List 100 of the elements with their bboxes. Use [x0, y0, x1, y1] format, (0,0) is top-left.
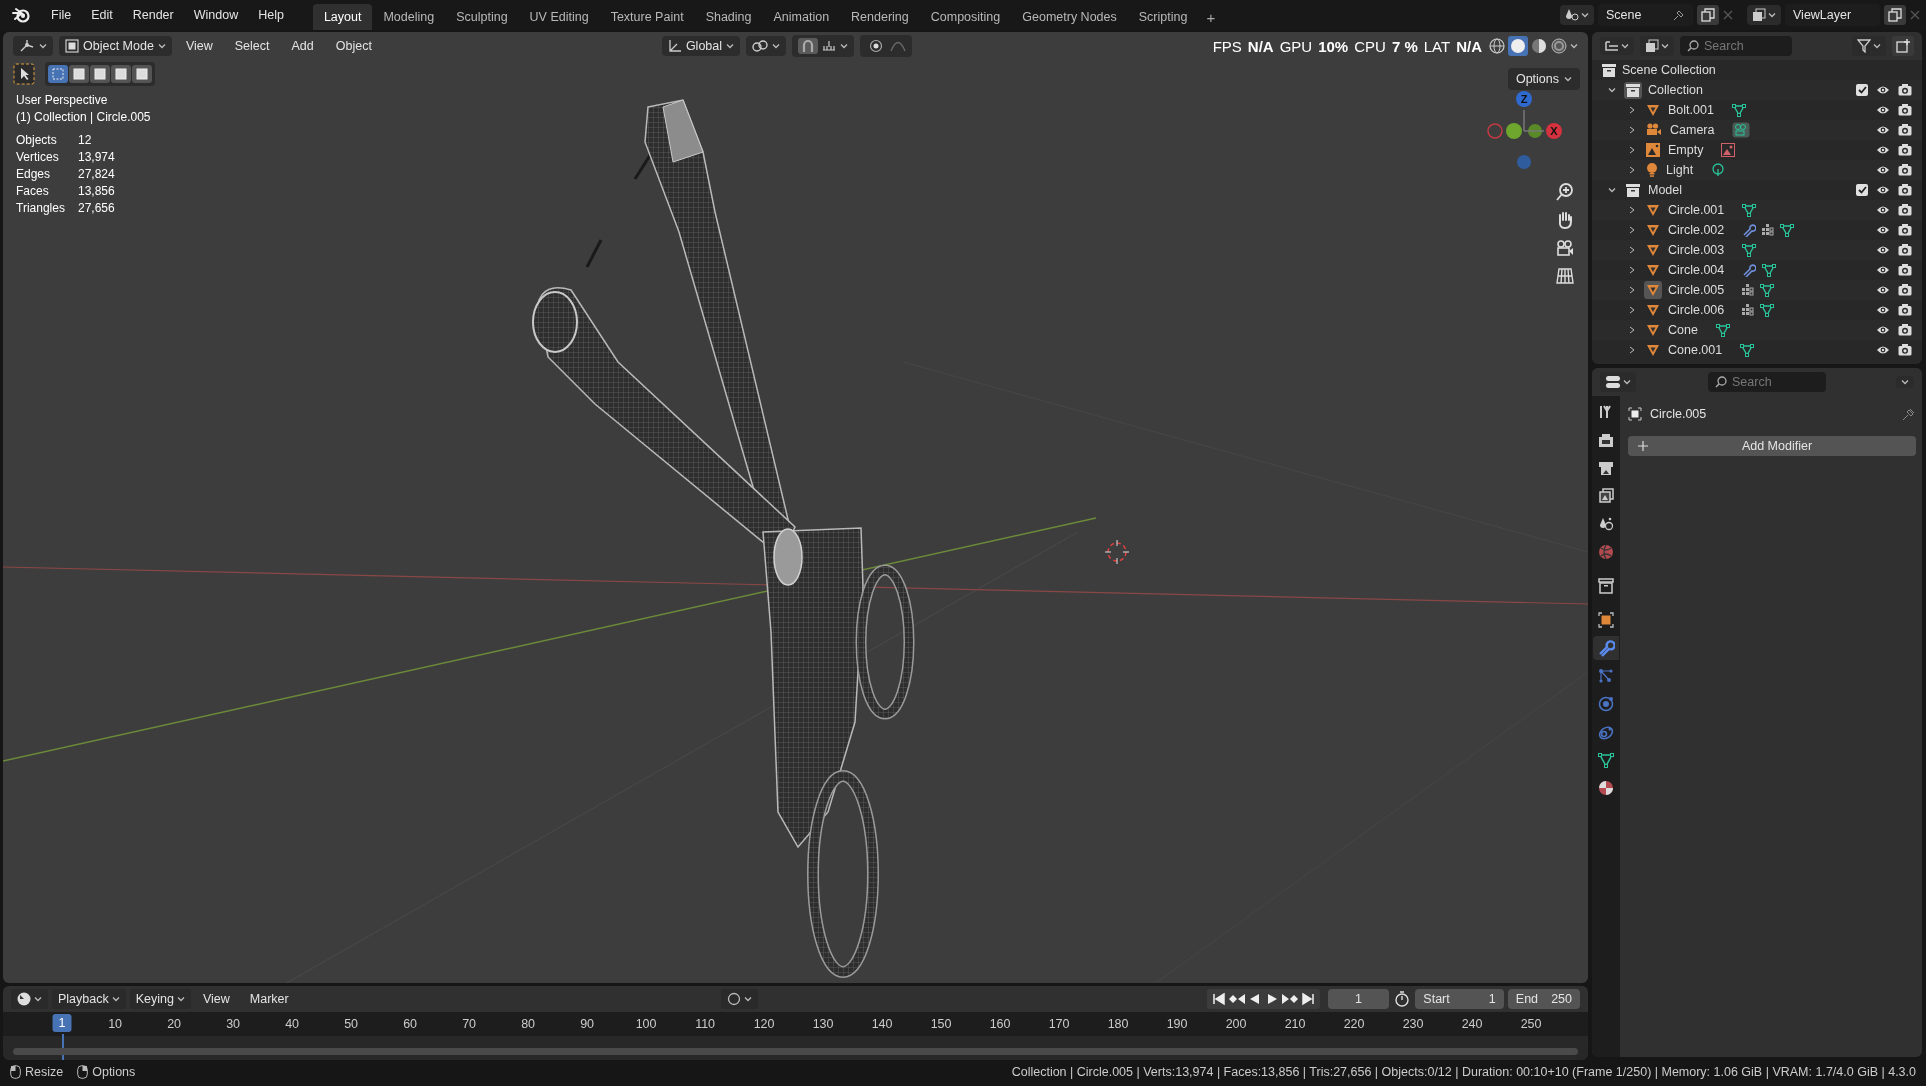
- camera-icon[interactable]: [1898, 344, 1912, 356]
- menu-item[interactable]: Help: [249, 4, 293, 26]
- start-frame-field[interactable]: Start 1: [1415, 989, 1504, 1010]
- editor-type-button[interactable]: [13, 36, 53, 56]
- tree-item[interactable]: Circle.001: [1668, 203, 1725, 217]
- eye-icon[interactable]: [1876, 85, 1890, 95]
- camera-icon[interactable]: [1898, 104, 1912, 116]
- scene-selector[interactable]: [1560, 5, 1594, 25]
- eye-icon[interactable]: [1876, 345, 1890, 355]
- checkbox[interactable]: [1856, 84, 1868, 96]
- mode-dropdown[interactable]: Object Mode: [59, 36, 172, 56]
- menu-item[interactable]: Marker: [241, 989, 297, 1010]
- eye-icon[interactable]: [1876, 185, 1890, 195]
- orientation-dropdown[interactable]: Global: [661, 36, 741, 56]
- selection-mode-button[interactable]: [48, 65, 68, 83]
- camera-icon[interactable]: [1898, 84, 1912, 96]
- workspace-tab[interactable]: UV Editing: [518, 4, 600, 30]
- workspace-tab[interactable]: Animation: [762, 4, 841, 30]
- eye-icon[interactable]: [1876, 325, 1890, 335]
- workspace-tab[interactable]: Scripting: [1127, 4, 1199, 30]
- new-view-layer-button[interactable]: [1884, 5, 1906, 25]
- eye-icon[interactable]: [1876, 285, 1890, 295]
- chevron-down-icon[interactable]: [1606, 87, 1618, 93]
- eye-icon[interactable]: [1876, 105, 1890, 115]
- jump-start-icon[interactable]: [1210, 992, 1227, 1007]
- axis-handle[interactable]: [1487, 123, 1503, 139]
- tree-item[interactable]: Empty: [1668, 143, 1704, 157]
- auto-keying-toggle[interactable]: [720, 989, 758, 1010]
- tree-item[interactable]: Cone.001: [1668, 343, 1723, 357]
- close-icon[interactable]: [1723, 10, 1733, 20]
- previous-keyframe-icon[interactable]: [1227, 992, 1246, 1007]
- add-workspace-button[interactable]: +: [1198, 5, 1224, 30]
- camera-icon[interactable]: [1898, 224, 1912, 236]
- menu-item[interactable]: Object: [327, 36, 380, 56]
- workspace-tab[interactable]: Sculpting: [445, 4, 519, 30]
- menu-item[interactable]: View: [194, 989, 238, 1010]
- material-sphere-icon[interactable]: [1530, 37, 1548, 55]
- menu-item[interactable]: Edit: [82, 4, 122, 26]
- selection-mode-button[interactable]: [111, 65, 131, 83]
- axis-handle[interactable]: [1528, 124, 1542, 138]
- solid-sphere-icon[interactable]: [1508, 36, 1528, 56]
- pin-icon[interactable]: [1673, 9, 1685, 21]
- menu-item[interactable]: File: [42, 4, 81, 26]
- filter-dropdown[interactable]: [1852, 36, 1886, 56]
- grid-icon[interactable]: [1555, 266, 1575, 286]
- tree-item[interactable]: Circle.004: [1668, 263, 1725, 277]
- tree-item[interactable]: Bolt.001: [1668, 103, 1714, 117]
- eye-icon[interactable]: [1876, 305, 1890, 315]
- camera-icon[interactable]: [1898, 204, 1912, 216]
- close-icon[interactable]: [1910, 10, 1920, 20]
- add-modifier-button[interactable]: Add Modifier: [1628, 436, 1916, 456]
- camera-icon[interactable]: [1898, 324, 1912, 336]
- camera-icon[interactable]: [1898, 304, 1912, 316]
- app-logo[interactable]: [12, 7, 30, 23]
- playback-controls[interactable]: [1206, 989, 1320, 1010]
- tree-item[interactable]: Model: [1648, 183, 1683, 197]
- camera-icon[interactable]: [1555, 238, 1575, 258]
- workspace-tab[interactable]: Shading: [694, 4, 763, 30]
- tree-item[interactable]: Circle.003: [1668, 243, 1725, 257]
- view-layer-selector[interactable]: [1747, 5, 1781, 25]
- selection-mode-button[interactable]: [132, 65, 152, 83]
- eye-icon[interactable]: [1876, 165, 1890, 175]
- display-mode-dropdown[interactable]: [1600, 37, 1634, 55]
- menu-dropdown[interactable]: Playback: [52, 989, 126, 1010]
- editor-type-button[interactable]: [1600, 372, 1636, 392]
- scrollbar[interactable]: [13, 1048, 1578, 1056]
- options-dropdown[interactable]: [1896, 376, 1914, 388]
- menu-item[interactable]: Render: [123, 4, 183, 26]
- axis-handle[interactable]: Z: [1516, 91, 1532, 107]
- tree-item[interactable]: Light: [1666, 163, 1694, 177]
- new-scene-button[interactable]: [1697, 5, 1719, 25]
- axis-handle[interactable]: X: [1546, 123, 1562, 139]
- tree-item[interactable]: Collection: [1648, 83, 1703, 97]
- camera-icon[interactable]: [1898, 144, 1912, 156]
- menu-item[interactable]: View: [177, 36, 221, 56]
- options-dropdown[interactable]: Options: [1507, 68, 1580, 90]
- tree-item[interactable]: Circle.002: [1668, 223, 1725, 237]
- editor-type-button[interactable]: [11, 989, 48, 1010]
- select-tool-icon[interactable]: [13, 63, 35, 85]
- jump-end-icon[interactable]: [1299, 992, 1316, 1007]
- search-field[interactable]: Search: [1708, 372, 1826, 392]
- workspace-tab[interactable]: Modeling: [372, 4, 446, 30]
- checkbox[interactable]: [1856, 184, 1868, 196]
- rendered-sphere-icon[interactable]: [1550, 37, 1568, 55]
- search-field[interactable]: Search: [1680, 36, 1792, 56]
- workspace-tab[interactable]: Rendering: [840, 4, 920, 30]
- pivot-dropdown[interactable]: [746, 36, 787, 56]
- menu-item[interactable]: Add: [283, 36, 322, 56]
- eye-icon[interactable]: [1876, 245, 1890, 255]
- menu-dropdown[interactable]: Keying: [129, 989, 191, 1010]
- camera-icon[interactable]: [1898, 124, 1912, 136]
- menu-item[interactable]: Select: [226, 36, 278, 56]
- eye-icon[interactable]: [1876, 145, 1890, 155]
- end-frame-field[interactable]: End 250: [1507, 989, 1580, 1010]
- tree-item[interactable]: Cone: [1668, 323, 1698, 337]
- eye-icon[interactable]: [1876, 225, 1890, 235]
- current-frame-field[interactable]: 1: [1327, 989, 1390, 1010]
- workspace-tab[interactable]: Texture Paint: [599, 4, 695, 30]
- pin-icon[interactable]: [1902, 407, 1916, 421]
- tree-item[interactable]: Circle.005: [1668, 283, 1725, 297]
